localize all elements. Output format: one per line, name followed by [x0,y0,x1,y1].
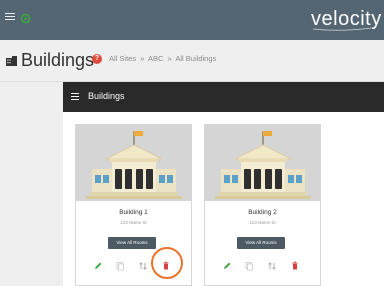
sort-icon[interactable] [267,261,277,271]
copy-icon[interactable] [115,261,125,271]
delete-highlight-circle [151,247,183,279]
building-name: Building 2 [248,209,277,216]
left-gutter [0,82,52,286]
building-illustration [205,125,320,201]
trash-icon[interactable] [290,261,300,271]
view-all-rooms-button[interactable]: View All Rooms [237,237,285,249]
panel-menu-icon[interactable] [71,93,79,102]
status-icon [20,13,31,24]
logo-swoosh [312,27,372,31]
building-illustration [76,125,191,201]
building-address: 123 Name St [120,220,147,225]
page-title: Buildings [21,50,95,70]
breadcrumb-separator: » [167,54,172,63]
building-icon [6,56,17,66]
pencil-icon[interactable] [93,261,103,271]
panel-header: Buildings [63,82,384,112]
breadcrumb-item-current: All Buildings [175,54,217,63]
pencil-icon[interactable] [222,261,232,271]
copy-icon[interactable] [244,261,254,271]
building-image [76,125,191,201]
building-address: 123 Name St [249,220,276,225]
breadcrumb-separator: » [140,54,145,63]
building-image [205,125,320,201]
top-bar: velocity [0,0,384,40]
card-actions [205,261,320,275]
help-icon[interactable]: ? [92,54,102,64]
velocity-logo: velocity [311,9,381,31]
logo-text: velocity [311,8,382,30]
view-all-rooms-button[interactable]: View All Rooms [108,237,156,249]
panel-title: Buildings [88,91,125,101]
sort-icon[interactable] [138,261,148,271]
page-header: Buildings ? All Sites » ABC » All Buildi… [6,48,376,74]
building-card: Building 2 123 Name St View All Rooms [204,124,321,286]
breadcrumb: All Sites » ABC » All Buildings [109,54,216,64]
breadcrumb-item-all-sites[interactable]: All Sites [109,54,136,63]
breadcrumb-item-site[interactable]: ABC [148,54,163,63]
menu-icon[interactable] [5,13,15,23]
building-name: Building 1 [119,209,148,216]
